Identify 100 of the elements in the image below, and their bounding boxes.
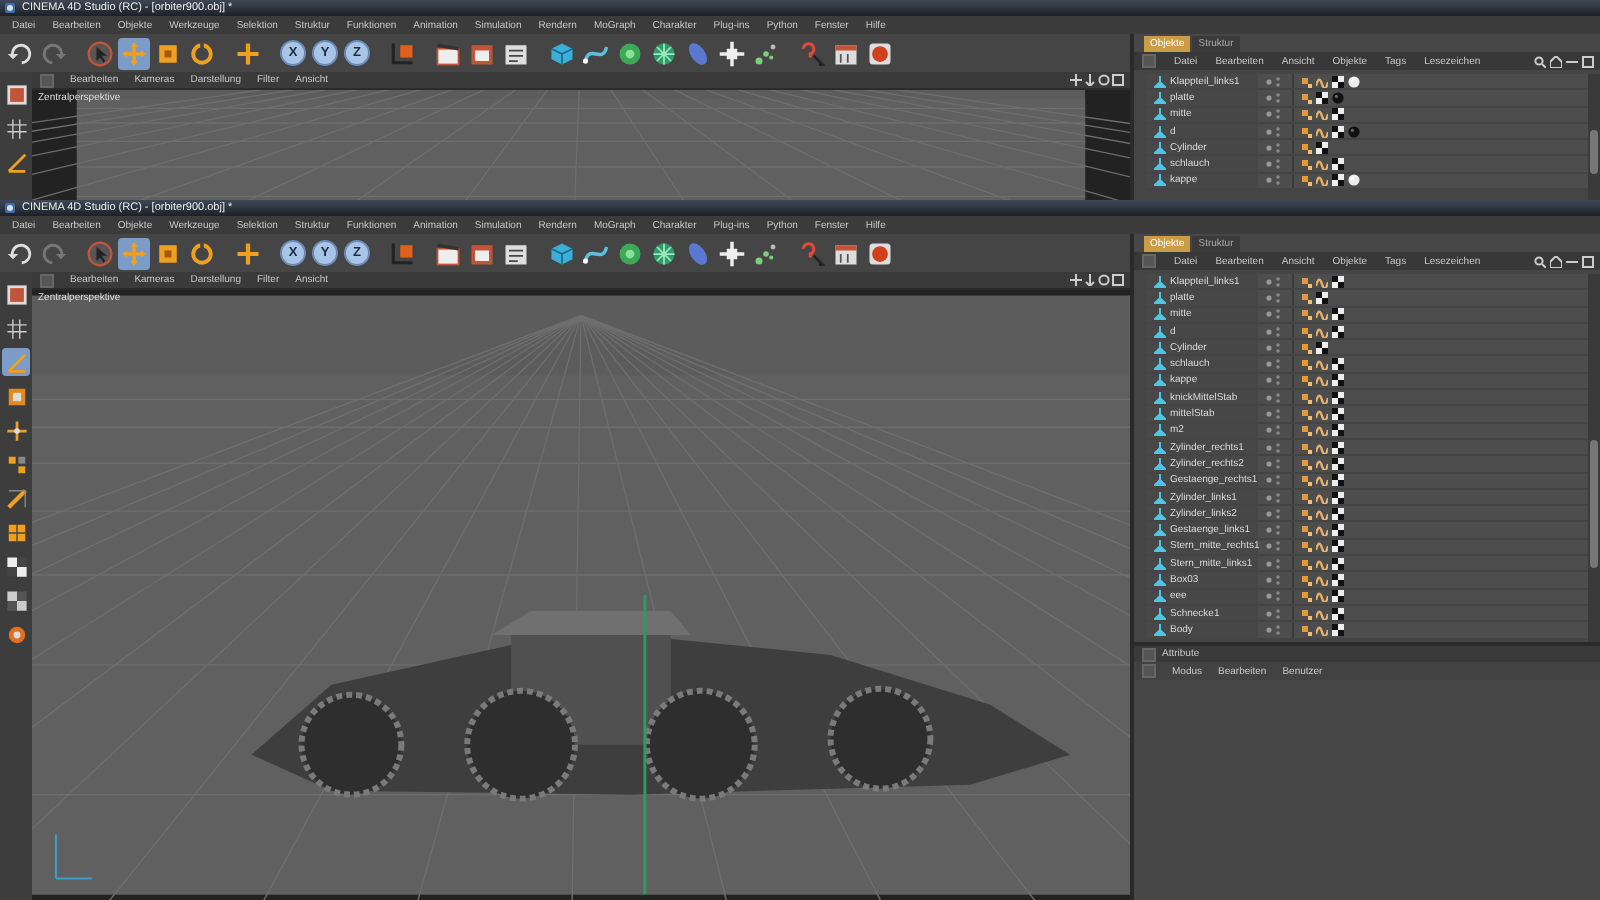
visibility-dots-icon[interactable] [1266,441,1282,454]
visibility-dots-icon[interactable] [1266,590,1282,603]
uv-tag-icon[interactable] [1300,408,1312,421]
checker-icon[interactable] [1332,325,1344,338]
checker-icon[interactable] [1332,540,1344,553]
rotate-view-icon[interactable] [1098,74,1110,86]
grip-icon[interactable] [1142,54,1156,68]
mode-button[interactable] [2,586,30,614]
maximize-icon[interactable] [1112,274,1124,286]
mode-button[interactable] [2,314,30,342]
checker-icon[interactable] [1332,391,1344,404]
checker-icon[interactable] [1332,308,1344,321]
visibility-dots-icon[interactable] [1266,174,1282,187]
uv-tag-icon[interactable] [1300,623,1312,636]
visibility-dots-icon[interactable] [1266,374,1282,387]
home-icon[interactable] [1550,55,1562,67]
checker-icon[interactable] [1332,108,1344,121]
visibility-dots-icon[interactable] [1266,308,1282,321]
visibility-dots-icon[interactable] [1266,325,1282,338]
search-icon[interactable] [1534,55,1546,67]
rotate-view-icon[interactable] [1098,274,1110,286]
checker-icon[interactable] [1332,441,1344,454]
uv-tag-icon[interactable] [1300,325,1312,338]
zoom-view-icon[interactable] [1084,274,1096,286]
visibility-dots-icon[interactable] [1266,557,1282,570]
move-view-icon[interactable] [1070,74,1082,86]
visibility-dots-icon[interactable] [1266,408,1282,421]
checker-icon[interactable] [1332,607,1344,620]
checker-icon[interactable] [1332,557,1344,570]
checker-icon[interactable] [1332,590,1344,603]
checker-icon[interactable] [1332,507,1344,520]
checker-icon[interactable] [1332,408,1344,421]
uv-tag-icon[interactable] [1300,491,1312,503]
mode-button[interactable] [2,80,30,108]
uv-tag-icon[interactable] [1300,474,1312,487]
phong-tag-icon[interactable] [1316,75,1328,88]
visibility-dots-icon[interactable] [1266,424,1282,437]
uv-tag-icon[interactable] [1300,125,1312,138]
visibility-dots-icon[interactable] [1266,540,1282,553]
minimize-icon[interactable] [1566,55,1578,67]
checker-icon[interactable] [1332,358,1344,371]
checker-icon[interactable] [1332,474,1344,487]
search-icon[interactable] [1534,255,1546,267]
visibility-dots-icon[interactable] [1266,524,1282,537]
uv-tag-icon[interactable] [1300,275,1312,288]
uv-tag-icon[interactable] [1300,524,1312,537]
mode-button[interactable] [2,280,30,308]
checker-icon[interactable] [1332,75,1344,88]
visibility-dots-icon[interactable] [1266,491,1282,503]
maximize-icon[interactable] [1582,55,1594,67]
uv-tag-icon[interactable] [1300,108,1312,121]
uv-tag-icon[interactable] [1300,75,1312,88]
maximize-icon[interactable] [1582,255,1594,267]
sphere-icon[interactable] [1348,174,1360,187]
uv-tag-icon[interactable] [1300,341,1312,354]
uv-tag-icon[interactable] [1300,391,1312,404]
visibility-dots-icon[interactable] [1266,358,1282,371]
checker-icon[interactable] [1332,158,1344,171]
checker-icon[interactable] [1316,141,1328,154]
minimize-icon[interactable] [1566,255,1578,267]
uv-tag-icon[interactable] [1300,158,1312,171]
zoom-view-icon[interactable] [1084,74,1096,86]
mode-button[interactable] [2,552,30,580]
checker-icon[interactable] [1332,275,1344,288]
visibility-dots-icon[interactable] [1266,275,1282,288]
visibility-dots-icon[interactable] [1266,391,1282,404]
uv-tag-icon[interactable] [1300,374,1312,387]
uv-tag-icon[interactable] [1300,141,1312,154]
checker-icon[interactable] [1332,125,1344,138]
checker-icon[interactable] [1316,91,1328,104]
uv-tag-icon[interactable] [1300,424,1312,437]
checker-icon[interactable] [1332,623,1344,636]
checker-icon[interactable] [1332,374,1344,387]
uv-tag-icon[interactable] [1300,291,1312,304]
visibility-dots-icon[interactable] [1266,125,1282,138]
grip-icon[interactable] [40,273,54,287]
visibility-dots-icon[interactable] [1266,158,1282,171]
visibility-dots-icon[interactable] [1266,474,1282,487]
uv-tag-icon[interactable] [1300,358,1312,371]
visibility-dots-icon[interactable] [1266,623,1282,636]
uv-tag-icon[interactable] [1300,91,1312,104]
visibility-dots-icon[interactable] [1266,341,1282,354]
visibility-dots-icon[interactable] [1266,291,1282,304]
checker-icon[interactable] [1332,174,1344,187]
grip-icon[interactable] [40,73,54,87]
mode-button[interactable] [2,484,30,512]
checker-icon[interactable] [1332,573,1344,586]
move-view-icon[interactable] [1070,274,1082,286]
checker-icon[interactable] [1332,491,1344,503]
mode-button[interactable] [2,114,30,142]
visibility-dots-icon[interactable] [1266,507,1282,520]
uv-tag-icon[interactable] [1300,607,1312,620]
uv-tag-icon[interactable] [1300,540,1312,553]
visibility-dots-icon[interactable] [1266,91,1282,104]
uv-tag-icon[interactable] [1300,457,1312,470]
mode-button[interactable] [2,148,30,176]
phong-tag-icon[interactable] [1316,275,1328,288]
visibility-dots-icon[interactable] [1266,573,1282,586]
uv-tag-icon[interactable] [1300,441,1312,454]
visibility-dots-icon[interactable] [1266,141,1282,154]
